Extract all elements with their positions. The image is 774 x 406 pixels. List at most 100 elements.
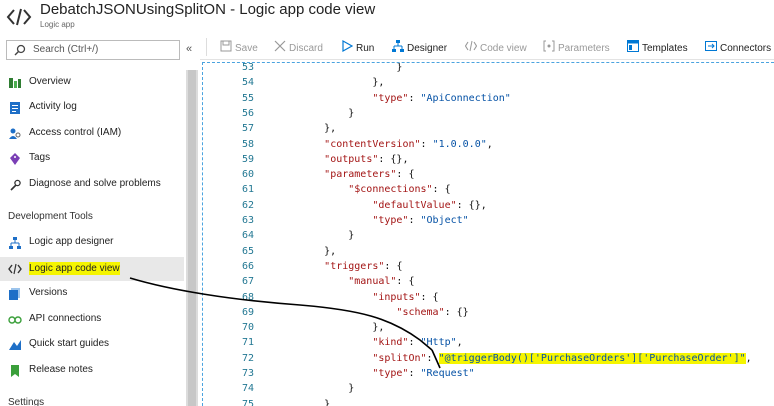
code-line[interactable]: 59 "outputs": {}, — [203, 152, 774, 167]
code-line[interactable]: 65 }, — [203, 244, 774, 259]
collapse-sidebar-button[interactable]: « — [186, 43, 192, 55]
code-text: "manual": { — [348, 276, 415, 288]
code-line[interactable]: 64 } — [203, 228, 774, 243]
run-button[interactable]: Run — [341, 39, 374, 55]
code-text: "defaultValue": {}, — [372, 199, 487, 211]
line-number: 67 — [241, 276, 254, 288]
code-text: }, — [276, 245, 337, 257]
code-line[interactable]: 75 } — [203, 397, 774, 406]
access-control-icon — [9, 128, 21, 139]
sidebar-item-label: Tags — [29, 152, 51, 163]
sidebar-item-versions[interactable]: Versions — [0, 282, 184, 306]
line-number: 69 — [241, 306, 254, 318]
overview-icon — [9, 78, 21, 88]
play-icon — [342, 39, 354, 53]
sidebar-item-label: Overview — [29, 76, 71, 87]
sidebar-item-label: Quick start guides — [29, 338, 110, 349]
code-text: } — [276, 62, 403, 73]
code-line[interactable]: 69 "schema": {} — [203, 305, 774, 320]
code-line[interactable]: 53 } — [203, 62, 774, 75]
code-view-icon — [8, 263, 22, 275]
sidebar-item-api-connections[interactable]: API connections — [0, 308, 184, 332]
sidebar-item-release-notes[interactable]: Release notes — [0, 359, 184, 383]
code-text: }, — [276, 123, 337, 135]
code-line[interactable]: 57 }, — [203, 121, 774, 136]
line-number: 71 — [241, 337, 254, 349]
parameters-button[interactable]: Parameters — [543, 40, 610, 55]
code-line[interactable]: 68 "inputs": { — [203, 290, 774, 305]
code-line[interactable]: 60 "parameters": { — [203, 167, 774, 182]
code-view-icon — [464, 40, 478, 52]
sidebar-item-quick-start[interactable]: Quick start guides — [0, 333, 184, 357]
connectors-icon — [705, 41, 717, 51]
code-line[interactable]: 61 "$connections": { — [203, 182, 774, 197]
code-line[interactable]: 73 "type": "Request" — [203, 366, 774, 381]
code-line[interactable]: 63 "type": "Object" — [203, 213, 774, 228]
line-number: 74 — [241, 383, 254, 395]
code-text: "kind": "Http", — [372, 337, 463, 349]
sidebar-item-activity-log[interactable]: Activity log — [0, 96, 184, 120]
code-line[interactable]: 58 "contentVersion": "1.0.0.0", — [203, 137, 774, 152]
code-text: "schema": {} — [396, 306, 469, 318]
code-text: } — [276, 383, 355, 395]
line-number: 73 — [241, 368, 254, 379]
line-number: 61 — [241, 184, 254, 196]
page-subtitle: Logic app — [40, 20, 75, 29]
sidebar-item-tags[interactable]: Tags — [0, 147, 184, 171]
code-line[interactable]: 72 "splitOn": "@triggerBody()['PurchaseO… — [203, 351, 774, 366]
code-brackets-icon — [6, 8, 32, 26]
sidebar-item-diagnose[interactable]: Diagnose and solve problems — [0, 173, 184, 197]
code-text: "contentVersion": "1.0.0.0", — [324, 138, 493, 150]
sidebar-item-label: Release notes — [29, 364, 93, 375]
templates-label: Templates — [642, 43, 688, 54]
code-text: }, — [276, 77, 385, 89]
code-line[interactable]: 62 "defaultValue": {}, — [203, 198, 774, 213]
sidebar-scrollbar[interactable] — [186, 70, 198, 406]
search-input[interactable]: Search (Ctrl+/) — [6, 40, 180, 60]
templates-button[interactable]: Templates — [627, 40, 688, 55]
line-number: 70 — [241, 322, 254, 334]
code-line[interactable]: 74 } — [203, 381, 774, 396]
code-line[interactable]: 55 "type": "ApiConnection" — [203, 91, 774, 106]
code-text: "outputs": {}, — [324, 153, 409, 165]
section-heading-settings: Settings — [8, 397, 45, 406]
connectors-label: Connectors — [720, 43, 772, 54]
code-text: "$connections": { — [348, 184, 451, 196]
page-header: DebatchJSONUsingSplitON - Logic app code… — [0, 0, 774, 34]
designer-button[interactable]: Designer — [392, 40, 447, 55]
section-heading-development-tools: Development Tools — [8, 211, 93, 222]
line-number: 63 — [241, 215, 254, 226]
code-line[interactable]: 67 "manual": { — [203, 274, 774, 289]
search-icon — [14, 44, 26, 56]
release-notes-icon — [11, 365, 19, 377]
wrench-icon — [10, 179, 21, 191]
sidebar-item-overview[interactable]: Overview — [0, 71, 184, 95]
line-number: 62 — [241, 199, 254, 211]
sidebar-item-logic-app-code-view[interactable]: Logic app code view — [0, 257, 184, 281]
search-placeholder: Search (Ctrl+/) — [33, 44, 99, 55]
code-text: "type": "ApiConnection" — [372, 92, 511, 104]
toolbar-separator — [206, 38, 207, 56]
sidebar-item-access-control[interactable]: Access control (IAM) — [0, 122, 184, 146]
sidebar-item-logic-app-designer[interactable]: Logic app designer — [0, 231, 184, 255]
code-line[interactable]: 56 } — [203, 106, 774, 121]
code-line[interactable]: 71 "kind": "Http", — [203, 335, 774, 350]
versions-icon — [9, 288, 20, 300]
close-icon — [274, 40, 286, 52]
code-line[interactable]: 66 "triggers": { — [203, 259, 774, 274]
code-view-button[interactable]: Code view — [464, 40, 527, 55]
discard-button[interactable]: Discard — [274, 40, 323, 55]
code-editor[interactable]: 53 } 54 }, 55 "type": "ApiConnection" 56 } 5… — [202, 62, 774, 406]
code-text: } — [276, 398, 331, 406]
connectors-button[interactable]: Connectors — [705, 40, 771, 55]
code-line[interactable]: 70 }, — [203, 320, 774, 335]
sidebar-item-label: Logic app designer — [29, 236, 114, 247]
line-number: 53 — [241, 62, 254, 73]
code-line[interactable]: 54 }, — [203, 75, 774, 90]
code-text: "type": "Object" — [372, 215, 469, 226]
line-number: 75 — [241, 398, 254, 406]
code-text: "splitOn": "@triggerBody()['PurchaseOrde… — [372, 352, 752, 364]
sidebar-scrollbar-thumb[interactable] — [188, 70, 196, 406]
designer-label: Designer — [407, 43, 448, 54]
save-button[interactable]: Save — [220, 40, 258, 55]
